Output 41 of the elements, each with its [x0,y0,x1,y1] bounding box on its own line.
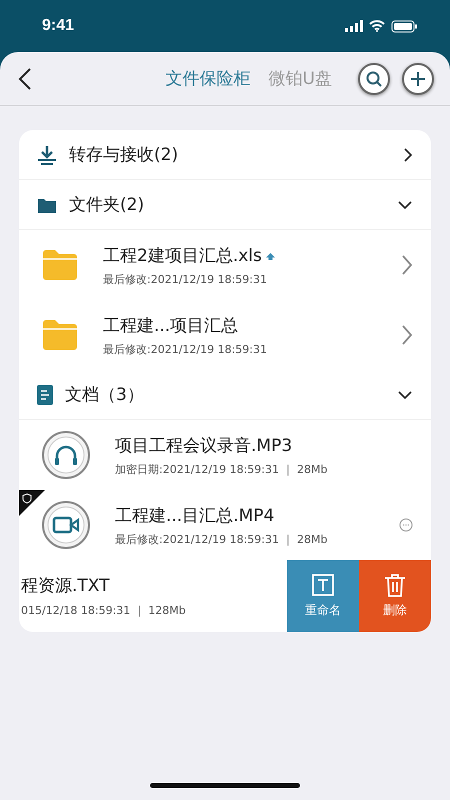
chevron-right-icon[interactable] [403,146,413,162]
status-time: 9:41 [42,17,74,35]
file-row[interactable]: 工程建...目汇总.MP4 最后修改:2021/12/19 18:59:31 ｜ 28Mb [19,490,431,560]
file-name: 程资源.TXT [21,575,111,597]
search-button[interactable] [358,62,390,94]
add-button[interactable] [402,62,434,94]
file-row[interactable]: 工程建...项目汇总 最后修改:2021/12/19 18:59:31 [19,300,431,370]
trash-icon [383,573,407,597]
chevron-down-icon[interactable] [397,200,413,210]
section-title: 转存与接收(2) [69,144,180,166]
file-row[interactable]: 工程2建项目汇总.xls 最后修改:2021/12/19 18:59:31 [19,230,431,300]
file-meta: 加密日期:2021/12/19 18:59:31 ｜ 28Mb [115,462,328,476]
more-icon[interactable] [399,518,413,532]
file-name: 项目工程会议录音.MP3 [115,434,292,456]
file-name: 工程建...项目汇总 [103,314,238,336]
section-title: 文件夹(2) [69,194,146,216]
file-meta: 最后修改:2021/12/19 18:59:31 [103,342,268,356]
text-box-icon [311,573,335,597]
file-meta: 015/12/18 18:59:31 ｜ 128Mb [21,603,187,618]
tab[interactable]: 文件保险柜 [166,65,251,92]
download-icon [37,144,57,164]
chevron-down-icon[interactable] [397,390,413,400]
battery-icon [391,20,418,32]
delete-button[interactable]: 删除 [359,560,431,632]
signal-icon [345,20,363,32]
back-icon [18,66,32,90]
plus-icon [409,70,427,88]
file-meta: 最后修改:2021/12/19 18:59:31 [103,272,268,286]
headphones-icon [41,430,91,480]
rename-button[interactable]: 重命名 [287,560,359,632]
document-icon [37,384,53,404]
file-name: 工程2建项目汇总.xls [103,244,262,266]
folder-icon [41,319,79,351]
file-name: 工程建...目汇总.MP4 [115,504,274,526]
file-row[interactable]: 项目工程会议录音.MP3 加密日期:2021/12/19 18:59:31 ｜ 28Mb [19,420,431,490]
section-title: 文档（3） [65,384,145,406]
video-camera-icon [41,500,91,550]
wifi-icon [369,20,385,32]
file-meta: 最后修改:2021/12/19 18:59:31 ｜ 28Mb [115,532,328,546]
search-icon [365,70,383,88]
folder-icon [41,249,79,281]
